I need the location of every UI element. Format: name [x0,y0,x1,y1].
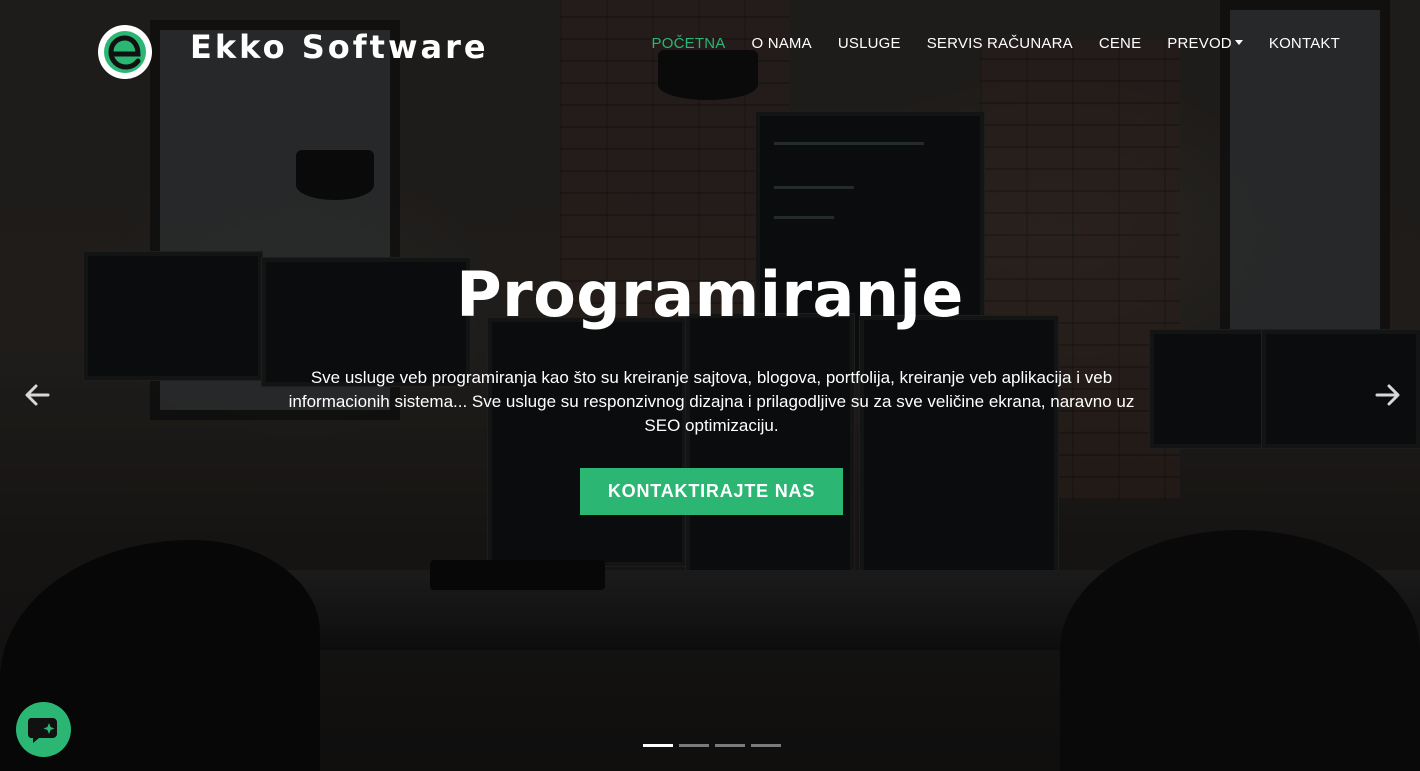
nav-prevod-label: PREVOD [1167,35,1232,52]
caret-down-icon [1234,40,1243,45]
carousel-indicators [643,744,781,747]
hero-carousel: Ekko Software POČETNA O NAMA USLUGE SERV… [0,0,1420,771]
ekko-e-logo-icon[interactable] [97,24,153,80]
brand-name[interactable]: Ekko Software [190,28,489,66]
nav-pocetna[interactable]: POČETNA [652,35,726,52]
nav-prevod-dropdown[interactable]: PREVOD [1167,35,1243,52]
hero-description: Sve usluge veb programiranja kao što su … [288,368,1135,435]
nav-kontakt[interactable]: KONTAKT [1269,35,1340,52]
slide-indicator-2[interactable] [679,744,709,747]
nav-servis-racunara[interactable]: SERVIS RAČUNARA [927,35,1073,52]
arrow-right-icon[interactable] [1373,380,1403,410]
hero-title: Programiranje [456,258,964,331]
chat-bubble-icon [27,717,57,743]
slide-indicator-3[interactable] [715,744,745,747]
nav-cene[interactable]: CENE [1099,35,1141,52]
slide-indicator-4[interactable] [751,744,781,747]
nav-o-nama[interactable]: O NAMA [751,35,811,52]
nav-usluge[interactable]: USLUGE [838,35,901,52]
main-nav: POČETNA O NAMA USLUGE SERVIS RAČUNARA CE… [652,35,1340,52]
slide-indicator-1[interactable] [643,744,673,747]
chat-widget-button[interactable] [16,702,71,757]
contact-us-button[interactable]: KONTAKTIRAJTE NAS [580,468,843,515]
arrow-left-icon[interactable] [22,380,52,410]
